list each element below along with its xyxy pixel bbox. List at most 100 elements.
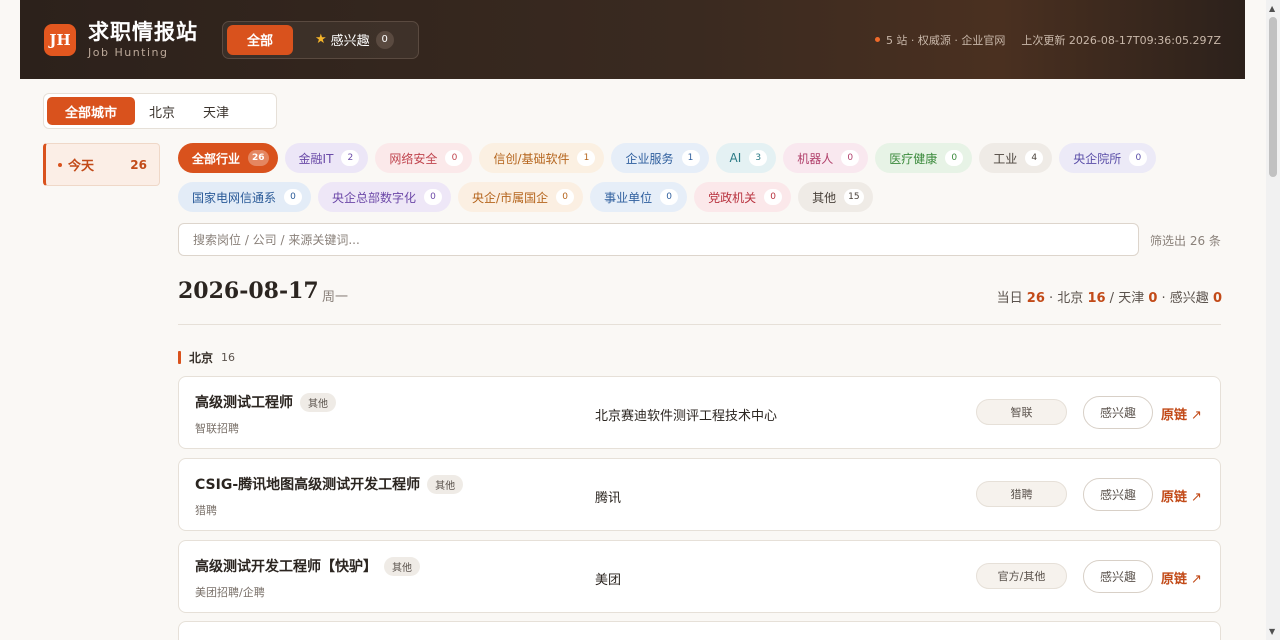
industry-chip[interactable]: 央企院所 0: [1059, 143, 1157, 173]
job-source: 美团招聘/企聘: [195, 586, 265, 599]
app-subtitle: Job Hunting: [88, 46, 169, 59]
industry-chip-count: 0: [660, 189, 679, 205]
app-title: 求职情报站: [88, 20, 198, 44]
industry-chip-count: 1: [681, 150, 700, 166]
job-title-row: 高级测试工程师 其他: [195, 392, 336, 412]
job-card[interactable]: [178, 621, 1221, 640]
industry-chip-count: 4: [1025, 150, 1044, 166]
industry-chip-label: 其他: [812, 190, 837, 205]
industry-chip[interactable]: 医疗健康 0: [875, 143, 973, 173]
industry-chip-count: 0: [1129, 150, 1148, 166]
industry-chip-label: 全部行业: [192, 151, 241, 166]
industry-chip-label: 信创/基础软件: [493, 151, 570, 166]
job-title: CSIG-腾讯地图高级测试开发工程师: [195, 477, 421, 493]
summary-bj-label: 北京: [1057, 291, 1084, 306]
scrollbar[interactable]: ▲ ▼: [1266, 0, 1280, 640]
day-weekday: 周一: [322, 290, 349, 305]
industry-chip[interactable]: 党政机关 0: [694, 182, 792, 212]
scroll-down-icon[interactable]: ▼: [1269, 627, 1275, 636]
source-pill: 智联: [976, 399, 1067, 425]
industry-chip[interactable]: 央企/市属国企 0: [458, 182, 584, 212]
job-card[interactable]: 高级测试开发工程师【快驴】 其他 美团招聘/企聘 美团 官方/其他 感兴趣 原链…: [178, 540, 1221, 613]
industry-filter-chips: 全部行业 26 金融IT 2 网络安全 0 信创/基础软件 1 企业服务 1 AI 3 机器人 0 医疗健康…: [178, 143, 1178, 212]
tab-favorites[interactable]: ★ 感兴趣 0: [293, 30, 414, 49]
original-link-label: 原链: [1161, 408, 1188, 423]
industry-chip[interactable]: 机器人 0: [783, 143, 869, 173]
industry-chip-label: 央企/市属国企: [472, 190, 549, 205]
city-tab-beijing[interactable]: 北京: [135, 97, 189, 125]
search-input[interactable]: [178, 223, 1139, 256]
original-link[interactable]: 原链 ↗: [1161, 404, 1202, 423]
industry-chip[interactable]: 工业 4: [979, 143, 1053, 173]
industry-chip-label: 工业: [993, 151, 1018, 166]
summary-fav-count: 0: [1212, 291, 1222, 306]
source-stats: 5 站 · 权威源 · 企业官网: [885, 33, 1006, 47]
industry-chip-count: 0: [284, 189, 303, 205]
city-tab-tianjin[interactable]: 天津: [189, 97, 243, 125]
industry-chip-count: 0: [945, 150, 964, 166]
external-link-icon: ↗: [1191, 572, 1202, 587]
industry-chip-count: 2: [341, 150, 360, 166]
app-header: JH 求职情报站 Job Hunting 全部 ★ 感兴趣 0 5 站 · 权威…: [20, 0, 1245, 79]
industry-chip[interactable]: 信创/基础软件 1: [479, 143, 605, 173]
summary-bj-count: 16: [1087, 291, 1106, 306]
industry-tag: 其他: [384, 556, 420, 576]
industry-chip[interactable]: 全部行业 26: [178, 143, 278, 173]
industry-chip-count: 26: [248, 150, 269, 166]
job-title: 高级测试开发工程师【快驴】: [195, 559, 377, 575]
industry-chip-count: 3: [749, 150, 768, 166]
job-card[interactable]: 高级测试工程师 其他 智联招聘 北京赛迪软件测评工程技术中心 智联 感兴趣 原链…: [178, 376, 1221, 449]
industry-chip-count: 1: [577, 150, 596, 166]
logo: JH: [44, 23, 76, 56]
industry-chip[interactable]: 企业服务 1: [611, 143, 709, 173]
original-link[interactable]: 原链 ↗: [1161, 486, 1202, 505]
industry-chip[interactable]: 事业单位 0: [590, 182, 688, 212]
job-card[interactable]: CSIG-腾讯地图高级测试开发工程师 其他 猎聘 腾讯 猎聘 感兴趣 原链 ↗: [178, 458, 1221, 531]
job-title-row: 高级测试开发工程师【快驴】 其他: [195, 556, 420, 576]
original-link-label: 原链: [1161, 490, 1188, 505]
favorite-button[interactable]: 感兴趣: [1083, 478, 1153, 511]
divider: [178, 324, 1221, 325]
tab-all[interactable]: 全部: [227, 24, 294, 55]
industry-chip[interactable]: 网络安全 0: [375, 143, 473, 173]
bullet-icon: [58, 162, 62, 167]
city-tabs: 全部城市 北京 天津: [43, 93, 277, 129]
brand: 求职情报站 Job Hunting: [88, 20, 198, 59]
industry-chip-count: 0: [445, 150, 464, 166]
external-link-icon: ↗: [1191, 490, 1202, 505]
status-dot-icon: [874, 37, 880, 42]
tab-favorites-label: 感兴趣: [330, 34, 370, 49]
industry-chip-label: 央企总部数字化: [332, 190, 417, 205]
section-count: 16: [221, 351, 236, 364]
industry-tag: 其他: [300, 392, 336, 412]
external-link-icon: ↗: [1191, 408, 1202, 423]
scroll-up-icon[interactable]: ▲: [1269, 4, 1275, 13]
job-title-row: CSIG-腾讯地图高级测试开发工程师 其他: [195, 474, 464, 494]
view-tabs: 全部 ★ 感兴趣 0: [222, 20, 419, 59]
summary-fav-label: 感兴趣: [1169, 291, 1209, 306]
original-link[interactable]: 原链 ↗: [1161, 568, 1202, 587]
industry-chip-label: 医疗健康: [889, 151, 938, 166]
favorite-button[interactable]: 感兴趣: [1083, 560, 1153, 593]
job-company: 美团: [595, 573, 622, 588]
industry-chip[interactable]: AI 3: [715, 143, 777, 173]
industry-chip-label: 金融IT: [298, 151, 334, 166]
day-date: 2026-08-17: [178, 278, 319, 304]
job-company: 北京赛迪软件测评工程技术中心: [595, 409, 778, 424]
summary-tj-count: 0: [1148, 291, 1158, 306]
industry-chip[interactable]: 金融IT 2: [284, 143, 369, 173]
source-pill: 猎聘: [976, 481, 1067, 507]
date-nav-today[interactable]: 今天 26: [43, 143, 160, 186]
industry-chip[interactable]: 其他 15: [798, 182, 873, 212]
city-tab-all[interactable]: 全部城市: [47, 97, 136, 125]
scrollbar-thumb[interactable]: [1269, 17, 1277, 177]
industry-chip-label: 央企院所: [1073, 151, 1122, 166]
industry-chip-count: 0: [841, 150, 860, 166]
favorites-count-badge: 0: [375, 30, 394, 49]
industry-chip[interactable]: 国家电网信通系 0: [178, 182, 312, 212]
favorite-button[interactable]: 感兴趣: [1083, 396, 1153, 429]
industry-chip[interactable]: 央企总部数字化 0: [318, 182, 452, 212]
source-pill: 官方/其他: [976, 563, 1067, 589]
industry-chip-label: 国家电网信通系: [192, 190, 277, 205]
industry-chip-label: AI: [729, 151, 742, 165]
